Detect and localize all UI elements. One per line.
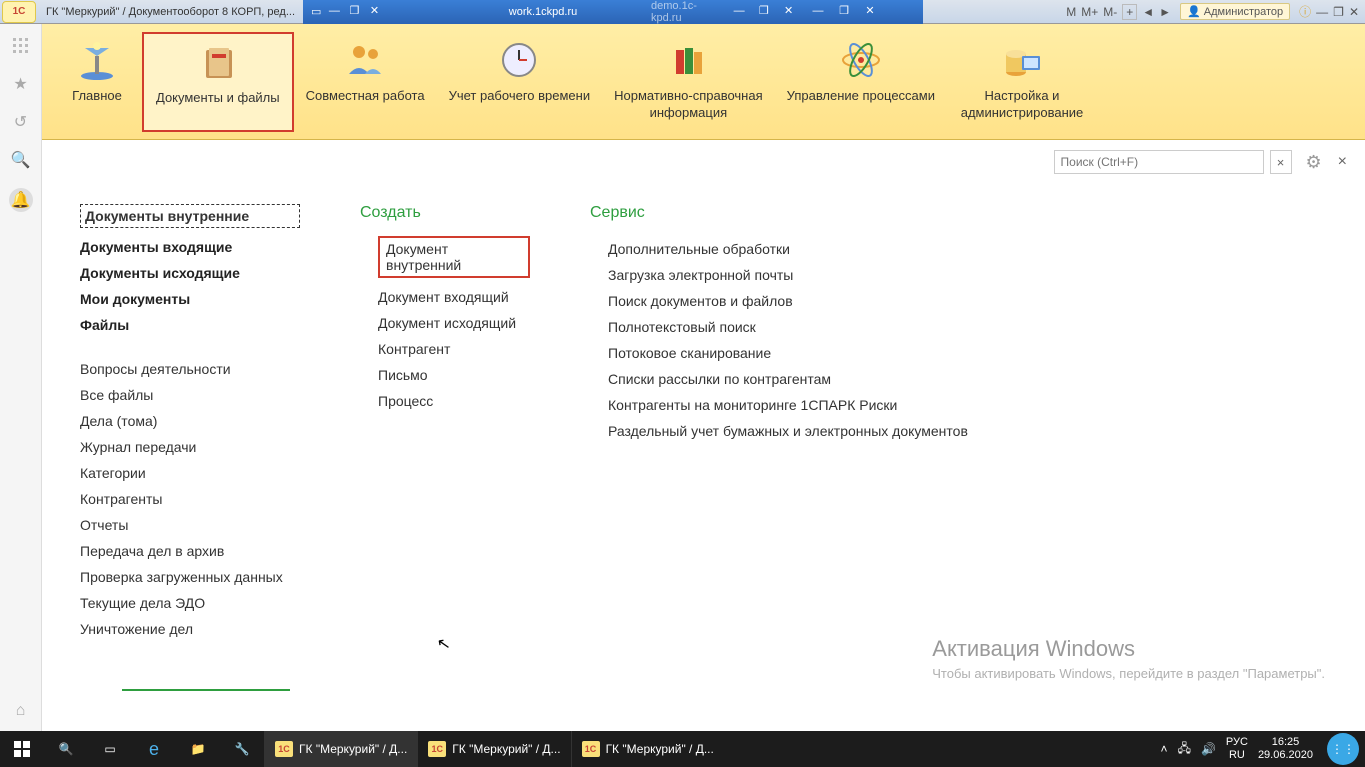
link-my-docs[interactable]: Мои документы bbox=[80, 286, 300, 312]
explorer-icon[interactable]: 📁 bbox=[176, 731, 220, 767]
taskbar-task-1[interactable]: 1CГК "Меркурий" / Д... bbox=[264, 731, 417, 767]
create-outgoing-doc[interactable]: Документ исходящий bbox=[378, 310, 530, 336]
column-documents: Документы внутренние Документы входящие … bbox=[80, 204, 300, 642]
svc-spark-monitoring[interactable]: Контрагенты на мониторинге 1СПАРК Риски bbox=[608, 392, 968, 418]
link-outgoing-docs[interactable]: Документы исходящие bbox=[80, 260, 300, 286]
calc-mminus-icon[interactable]: M- bbox=[1103, 5, 1117, 19]
create-counterparty[interactable]: Контрагент bbox=[378, 336, 530, 362]
desk-lamp-icon bbox=[72, 38, 122, 82]
tray-assist-icon[interactable]: ⋮⋮ bbox=[1327, 733, 1359, 765]
app-pinned-icon[interactable]: 🔧 bbox=[220, 731, 264, 767]
gear-icon[interactable]: ⚙ bbox=[1306, 152, 1322, 173]
column-create: Создать Документ внутренний Документ вхо… bbox=[360, 204, 530, 642]
bg-window-tab-3[interactable]: demo.1c-kpd.ru —❐✕ bbox=[643, 0, 803, 24]
main-navigation: Главное Документы и файлы Совместная раб… bbox=[42, 24, 1365, 140]
left-sidebar: ★ ↺ 🔍 🔔 ⌂ bbox=[0, 24, 42, 731]
svc-mailing-lists[interactable]: Списки рассылки по контрагентам bbox=[608, 366, 968, 392]
nav-collaboration[interactable]: Совместная работа bbox=[294, 32, 437, 132]
link-transfer-journal[interactable]: Журнал передачи bbox=[80, 434, 300, 460]
atom-icon bbox=[836, 38, 886, 82]
bg-window-tab-2[interactable]: work.1ckpd.ru bbox=[443, 0, 643, 24]
task-view-icon[interactable]: ▭ bbox=[88, 731, 132, 767]
start-button[interactable] bbox=[0, 731, 44, 767]
minimize-icon[interactable]: — bbox=[1316, 5, 1328, 19]
history-icon[interactable]: ↺ bbox=[11, 112, 31, 132]
server-monitor-icon bbox=[997, 38, 1047, 82]
link-counterparties[interactable]: Контрагенты bbox=[80, 486, 300, 512]
calc-m-icon[interactable]: M bbox=[1066, 5, 1076, 19]
info-icon[interactable]: ⓘ bbox=[1299, 3, 1311, 20]
link-archive-transfer[interactable]: Передача дел в архив bbox=[80, 538, 300, 564]
column-service: Сервис Дополнительные обработки Загрузка… bbox=[590, 204, 968, 642]
taskbar-search-icon[interactable]: 🔍 bbox=[44, 731, 88, 767]
search-clear-button[interactable]: × bbox=[1270, 150, 1292, 174]
green-underline bbox=[122, 689, 290, 691]
link-all-files[interactable]: Все файлы bbox=[80, 382, 300, 408]
link-reports[interactable]: Отчеты bbox=[80, 512, 300, 538]
link-data-check[interactable]: Проверка загруженных данных bbox=[80, 564, 300, 590]
tray-chevron-icon[interactable]: ˄ bbox=[1161, 742, 1168, 756]
tray-volume-icon[interactable]: 🔊 bbox=[1201, 742, 1216, 756]
browser-tab-bar: 1C ГК "Меркурий" / Документооборот 8 КОР… bbox=[0, 0, 1365, 24]
bg-window-tab-1[interactable]: ▭—❐✕ bbox=[303, 0, 443, 24]
nav-time-tracking[interactable]: Учет рабочего времени bbox=[437, 32, 603, 132]
svc-stream-scan[interactable]: Потоковое сканирование bbox=[608, 340, 968, 366]
tray-clock[interactable]: 16:2529.06.2020 bbox=[1258, 736, 1313, 762]
create-internal-doc[interactable]: Документ внутренний bbox=[378, 236, 530, 278]
nav-process-mgmt[interactable]: Управление процессами bbox=[775, 32, 947, 132]
search-input[interactable] bbox=[1054, 150, 1264, 174]
people-icon bbox=[340, 38, 390, 82]
star-icon[interactable]: ★ bbox=[11, 74, 31, 94]
create-incoming-doc[interactable]: Документ входящий bbox=[378, 284, 530, 310]
link-categories[interactable]: Категории bbox=[80, 460, 300, 486]
link-destroy-cases[interactable]: Уничтожение дел bbox=[80, 616, 300, 642]
link-internal-docs[interactable]: Документы внутренние bbox=[80, 204, 300, 228]
plus-icon[interactable]: + bbox=[1122, 4, 1137, 20]
ie-icon[interactable]: e bbox=[132, 731, 176, 767]
link-cases[interactable]: Дела (тома) bbox=[80, 408, 300, 434]
svc-paper-electronic[interactable]: Раздельный учет бумажных и электронных д… bbox=[608, 418, 968, 444]
search-icon[interactable]: 🔍 bbox=[11, 150, 31, 170]
taskbar-task-3[interactable]: 1CГК "Меркурий" / Д... bbox=[571, 731, 724, 767]
link-activity-questions[interactable]: Вопросы деятельности bbox=[80, 356, 300, 382]
link-edo-current[interactable]: Текущие дела ЭДО bbox=[80, 590, 300, 616]
app-1c-icon: 1C bbox=[2, 1, 36, 23]
user-badge[interactable]: 👤 Администратор bbox=[1180, 3, 1290, 20]
nav-documents-files[interactable]: Документы и файлы bbox=[142, 32, 294, 132]
nav-prev-icon[interactable]: ◄ bbox=[1142, 5, 1154, 19]
create-letter[interactable]: Письмо bbox=[378, 362, 530, 388]
bg-window-tab-4[interactable]: —❐✕ bbox=[803, 0, 923, 24]
calc-mplus-icon[interactable]: M+ bbox=[1081, 5, 1098, 19]
content-area: × ⚙ × Документы внутренние Документы вхо… bbox=[42, 140, 1365, 731]
svc-email-load[interactable]: Загрузка электронной почты bbox=[608, 262, 968, 288]
taskbar-task-2[interactable]: 1CГК "Меркурий" / Д... bbox=[417, 731, 570, 767]
create-heading: Создать bbox=[360, 204, 530, 222]
tray-lang[interactable]: РУСRU bbox=[1226, 736, 1248, 762]
windows-activation-watermark: Активация Windows Чтобы активировать Win… bbox=[932, 636, 1325, 681]
apps-grid-icon[interactable] bbox=[11, 36, 31, 56]
nav-reference-info[interactable]: Нормативно-справочная информация bbox=[602, 32, 775, 132]
link-files[interactable]: Файлы bbox=[80, 312, 300, 338]
nav-main[interactable]: Главное bbox=[52, 32, 142, 132]
windows-taskbar: 🔍 ▭ e 📁 🔧 1CГК "Меркурий" / Д... 1CГК "М… bbox=[0, 731, 1365, 767]
nav-settings-admin[interactable]: Настройка и администрирование bbox=[947, 32, 1097, 132]
svc-doc-file-search[interactable]: Поиск документов и файлов bbox=[608, 288, 968, 314]
window-title: ГК "Меркурий" / Документооборот 8 КОРП, … bbox=[38, 6, 303, 18]
home-icon[interactable]: ⌂ bbox=[11, 701, 31, 721]
service-heading: Сервис bbox=[590, 204, 968, 222]
tray-network-icon[interactable]: 🖧 bbox=[1178, 739, 1191, 760]
tab-url: work.1ckpd.ru bbox=[509, 6, 577, 18]
books-icon bbox=[663, 38, 713, 82]
maximize-icon[interactable]: ❐ bbox=[1333, 5, 1344, 19]
close-panel-button[interactable]: × bbox=[1338, 153, 1347, 171]
link-incoming-docs[interactable]: Документы входящие bbox=[80, 234, 300, 260]
folder-book-icon bbox=[193, 40, 243, 84]
clock-icon bbox=[494, 38, 544, 82]
nav-next-icon[interactable]: ► bbox=[1159, 5, 1171, 19]
close-icon[interactable]: ✕ bbox=[1349, 5, 1359, 19]
create-process[interactable]: Процесс bbox=[378, 388, 530, 414]
svc-additional-processing[interactable]: Дополнительные обработки bbox=[608, 236, 968, 262]
svc-fulltext-search[interactable]: Полнотекстовый поиск bbox=[608, 314, 968, 340]
bell-icon[interactable]: 🔔 bbox=[9, 188, 33, 212]
